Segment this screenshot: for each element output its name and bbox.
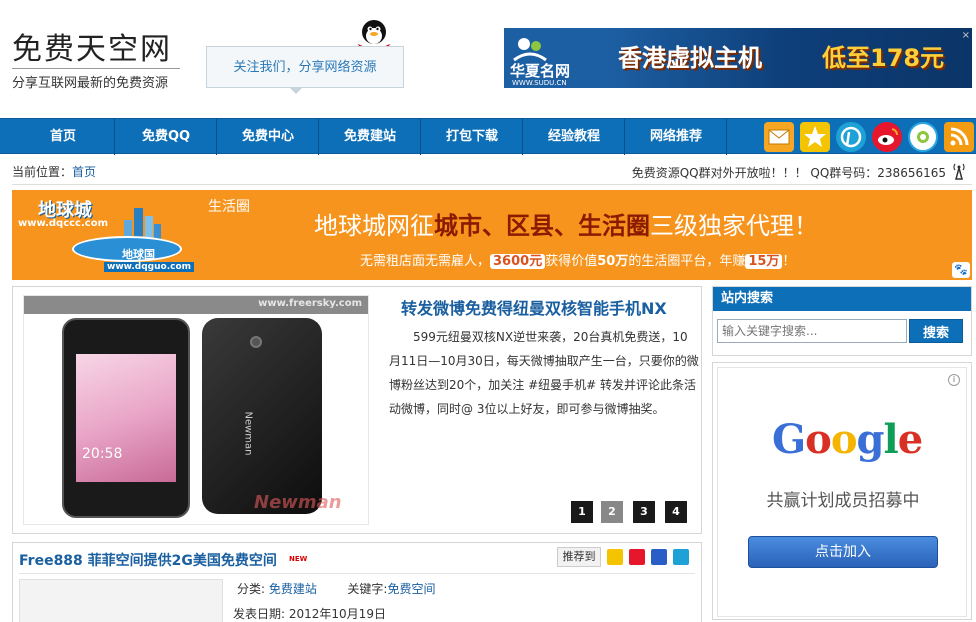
breadcrumb: 当前位置：首页	[12, 163, 96, 180]
sub-value: 50万	[597, 254, 629, 269]
promo-banner[interactable]: 地球城 www.dqccc.com 生活圈 地球国 www.dqguo.com …	[12, 190, 972, 280]
baidu-share-icon[interactable]	[651, 549, 667, 565]
mail-icon[interactable]	[764, 122, 794, 152]
nav-item-recommend[interactable]: 网络推荐	[625, 119, 727, 155]
sub-pre: 无需租店面无需雇人，	[360, 254, 491, 269]
ad-brand-url: WWW.SUDU.CN	[512, 79, 567, 87]
search-button[interactable]: 搜索	[909, 319, 963, 343]
phone-brand-label: Newman	[242, 411, 254, 456]
date-value: 2012年10月19日	[288, 607, 386, 621]
featured-title[interactable]: 转发微博免费得纽曼双核智能手机NX	[401, 295, 667, 319]
share-label: 推荐到	[557, 547, 601, 567]
sub-end: ！	[782, 254, 796, 269]
qzone-share-icon[interactable]	[607, 549, 623, 565]
nav-item-free-qq[interactable]: 免费QQ	[115, 119, 217, 155]
broadcast-icon	[953, 163, 965, 180]
ad-brand-icon	[513, 38, 547, 62]
header-ad-banner[interactable]: 华夏名网 WWW.SUDU.CN 香港虚拟主机 低至178元 ×	[504, 28, 972, 88]
location-divider	[12, 184, 972, 185]
ad-info-icon[interactable]: i	[948, 374, 960, 386]
sub-mid: 获得价值	[545, 254, 598, 269]
phone-back-image: Newman	[202, 318, 322, 514]
image-watermark: www.freersky.com	[258, 298, 362, 309]
search-input[interactable]	[717, 319, 907, 343]
sub-price: 3600元	[490, 254, 546, 269]
join-button[interactable]: 点击加入	[748, 536, 938, 568]
pinterest-share-icon[interactable]	[673, 549, 689, 565]
featured-image[interactable]: www.freersky.com 20:58 Newman Newman	[23, 295, 369, 525]
banner-url-top: www.dqccc.com	[18, 218, 108, 229]
article-date: 发表日期: 2012年10月19日	[233, 605, 386, 622]
headline-post: 三级独家代理！	[650, 212, 818, 240]
breadcrumb-prefix: 当前位置：	[12, 165, 73, 179]
google-logo: Google	[772, 416, 923, 463]
ad-main-text: 香港虚拟主机	[618, 44, 762, 72]
headline-highlight: 城市、区县、生活圈	[434, 212, 650, 240]
banner-url-bottom: www.dqguo.com	[104, 262, 195, 272]
ad-price-text: 低至178元	[822, 44, 945, 72]
phone-front-image: 20:58	[62, 318, 190, 518]
new-badge: NEW	[289, 555, 308, 563]
banner-logo-bottom: 地球国	[122, 248, 155, 261]
nav-separator	[726, 119, 727, 155]
banner-headline: 地球城网征城市、区县、生活圈三级独家代理！	[314, 206, 818, 241]
banner-subline: 无需租店面无需雇人， 3600元 获得价值50万的生活圈平台，年赚 15万！	[360, 250, 795, 269]
search-panel-title: 站内搜索	[713, 287, 971, 311]
site-logo-title[interactable]: 免费天空网	[12, 24, 172, 68]
slider-page-4[interactable]: 4	[665, 501, 687, 523]
ad-brand-logo: 华夏名网 WWW.SUDU.CN	[510, 36, 614, 87]
category-label: 分类:	[237, 582, 266, 596]
rss-icon[interactable]	[944, 122, 974, 152]
ad-close-icon[interactable]: ×	[962, 30, 970, 41]
google-ad-panel: i Google 共赢计划成员招募中 点击加入	[712, 362, 972, 620]
sub-earn: 15万	[745, 254, 783, 269]
article-thumbnail[interactable]	[19, 579, 223, 622]
share-bar: 推荐到	[557, 547, 697, 567]
banner-life-label: 生活圈	[208, 199, 250, 215]
article-divider	[19, 573, 695, 574]
main-nav: 首页 免费QQ 免费中心 免费建站 打包下载 经验教程 网络推荐	[0, 118, 976, 155]
nav-item-free-site[interactable]: 免费建站	[319, 119, 421, 155]
follow-box-arrow	[290, 88, 302, 94]
weibo-share-icon[interactable]	[629, 549, 645, 565]
qq-group-notice: 免费资源QQ群对外开放啦！！！ QQ群号码：238656165	[631, 166, 946, 180]
logo-divider	[12, 68, 180, 69]
google-ad-subtitle: 共赢计划成员招募中	[766, 491, 920, 511]
camera-icon	[250, 336, 262, 348]
article-item: Free888 菲菲空间提供2G美国免费空间 NEW 推荐到 分类: 免费建站 …	[12, 542, 702, 622]
breadcrumb-home-link[interactable]: 首页	[72, 165, 96, 179]
star-icon[interactable]	[800, 122, 830, 152]
ad-brand-name: 华夏名网	[510, 62, 571, 80]
featured-body: 599元纽曼双核NX逆世来袭，20台真机免费送，10月11日—10月30日，每天…	[389, 330, 699, 416]
site-header: 免费天空网 分享互联网最新的免费资源 关注我们，分享网络资源 华夏名网 WWW.…	[0, 0, 976, 118]
featured-slider: www.freersky.com 20:58 Newman Newman 转发微…	[12, 286, 702, 534]
sub-mid2: 的生活圈平台，年赚	[628, 254, 746, 269]
google-ad[interactable]: i Google 共赢计划成员招募中 点击加入	[717, 367, 967, 617]
nav-item-tutorials[interactable]: 经验教程	[523, 119, 625, 155]
phone-screen: 20:58	[76, 354, 176, 482]
nav-item-free-center[interactable]: 免费中心	[217, 119, 319, 155]
follow-us-box[interactable]: 关注我们，分享网络资源	[206, 46, 404, 88]
article-title[interactable]: Free888 菲菲空间提供2G美国免费空间	[19, 550, 277, 570]
keyword-link[interactable]: 免费空间	[387, 582, 435, 596]
phone-time: 20:58	[82, 446, 123, 462]
site-search-panel: 站内搜索 搜索	[712, 286, 972, 356]
slider-page-1[interactable]: 1	[571, 501, 593, 523]
nav-item-home[interactable]: 首页	[12, 119, 114, 155]
keyword-label: 关键字:	[347, 582, 388, 596]
nav-item-package-download[interactable]: 打包下载	[421, 119, 523, 155]
headline-pre: 地球城网征	[314, 212, 434, 240]
location-bar: 当前位置：首页 免费资源QQ群对外开放啦！！！ QQ群号码：238656165	[12, 160, 972, 182]
paw-icon: 🐾	[952, 262, 970, 278]
category-link[interactable]: 免费建站	[269, 582, 317, 596]
pinterest-icon[interactable]	[836, 122, 866, 152]
weibo-icon[interactable]	[872, 122, 902, 152]
slider-page-3[interactable]: 3	[633, 501, 655, 523]
slider-page-2[interactable]: 2	[601, 501, 623, 523]
article-meta: 分类: 免费建站 关键字:免费空间	[237, 580, 435, 597]
site-subtitle: 分享互联网最新的免费资源	[12, 76, 169, 91]
tencent-weibo-icon[interactable]	[908, 122, 938, 152]
date-label: 发表日期:	[233, 607, 286, 621]
newman-watermark: Newman	[254, 492, 342, 513]
